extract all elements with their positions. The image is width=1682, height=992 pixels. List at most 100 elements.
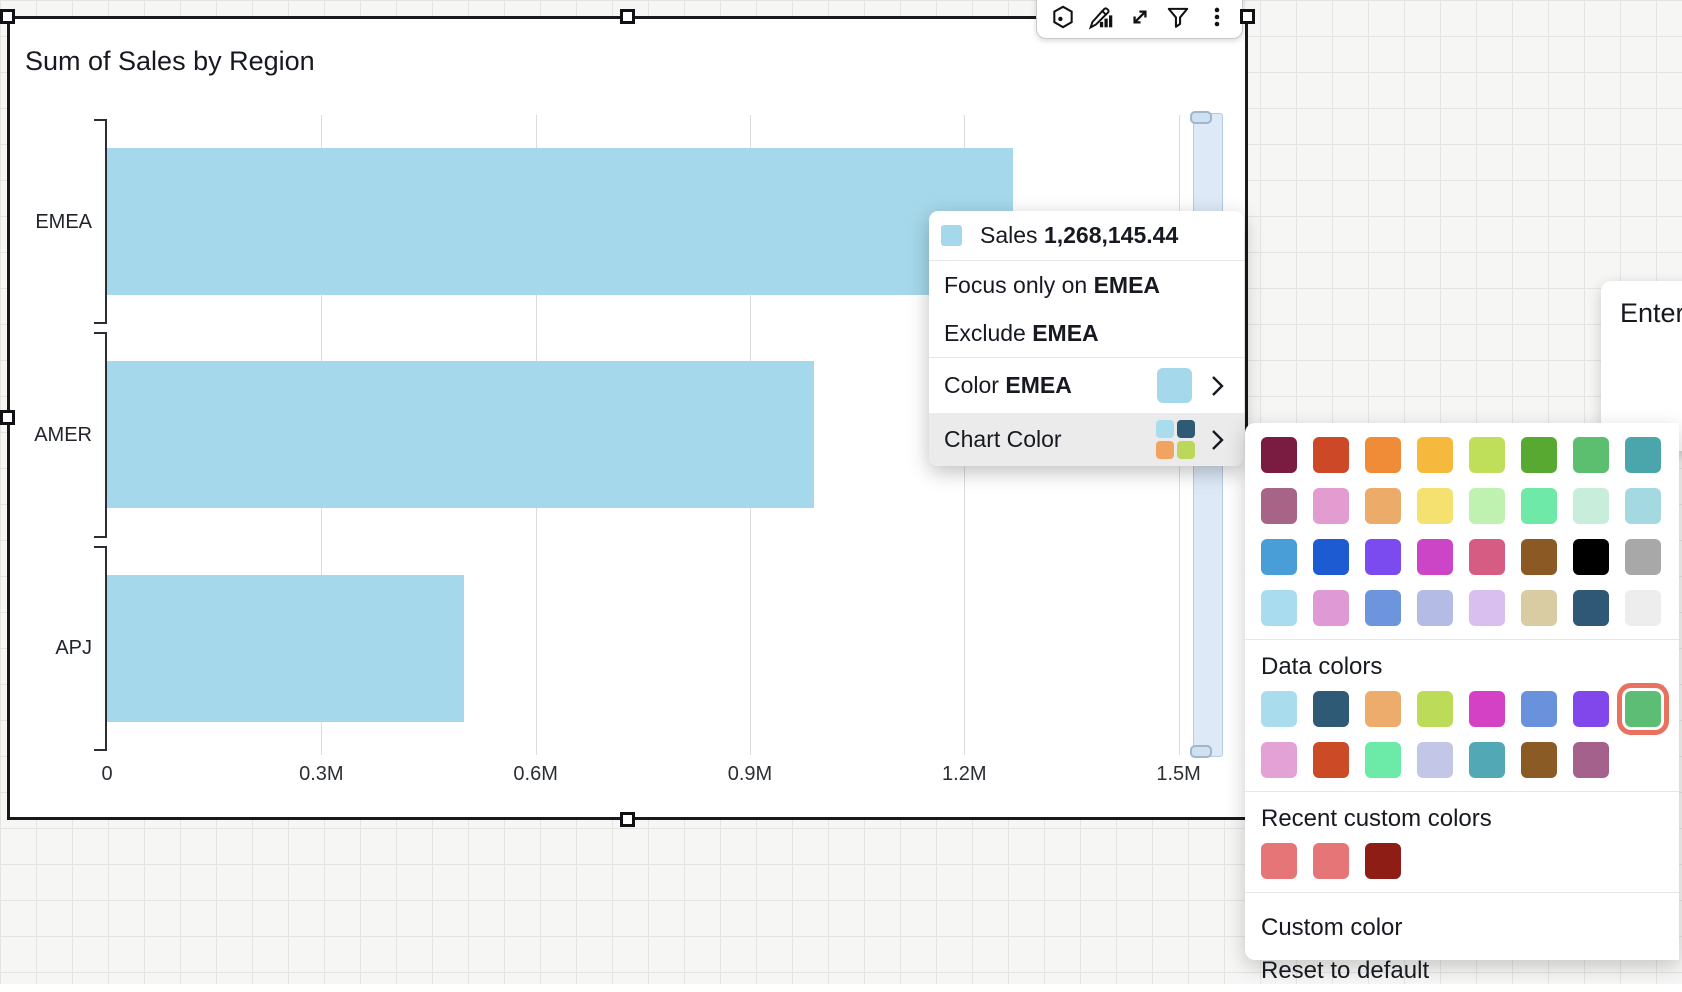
palette-swatch[interactable]: [1313, 539, 1349, 575]
x-tick-label: 0.6M: [513, 763, 557, 786]
y-axis-label: EMEA: [18, 211, 92, 234]
mini-palette-swatch[interactable]: [1177, 420, 1195, 438]
bar-amer[interactable]: [107, 361, 814, 508]
mini-palette-swatch[interactable]: [1156, 420, 1174, 438]
palette-swatch[interactable]: [1573, 488, 1609, 524]
palette-swatch[interactable]: [1573, 437, 1609, 473]
y-axis-bracket: [94, 119, 107, 324]
palette-swatch[interactable]: [1365, 539, 1401, 575]
x-tick-label: 0.9M: [728, 763, 772, 786]
insights-hexagon-icon[interactable]: [1046, 1, 1080, 33]
custom-color-button[interactable]: Custom color: [1245, 906, 1679, 949]
scrollbar-top-handle[interactable]: [1190, 111, 1212, 124]
palette-swatch[interactable]: [1261, 488, 1297, 524]
x-tick-label: 1.2M: [942, 763, 986, 786]
series-color-swatch: [941, 225, 962, 246]
resize-handle-top-center[interactable]: [620, 9, 635, 24]
palette-swatch[interactable]: [1365, 437, 1401, 473]
menu-item-exclude[interactable]: Exclude EMEA: [929, 309, 1244, 357]
data-color-swatch[interactable]: [1625, 691, 1661, 727]
resize-handle-bottom-center[interactable]: [620, 812, 635, 827]
palette-swatch[interactable]: [1365, 488, 1401, 524]
edit-visual-icon[interactable]: [1084, 1, 1118, 33]
palette-swatch[interactable]: [1417, 488, 1453, 524]
palette-swatch[interactable]: [1261, 437, 1297, 473]
data-color-swatch[interactable]: [1365, 691, 1401, 727]
visual-toolbar: [1036, 0, 1243, 39]
x-tick-label: 0: [101, 763, 112, 786]
chevron-right-icon: [1211, 429, 1224, 451]
menu-item-chart-color[interactable]: Chart Color: [929, 413, 1244, 466]
data-color-swatch[interactable]: [1521, 691, 1557, 727]
y-axis-label: APJ: [18, 637, 92, 660]
bar-emea[interactable]: [107, 148, 1013, 295]
data-color-swatch[interactable]: [1365, 742, 1401, 778]
data-color-swatch[interactable]: [1261, 742, 1297, 778]
x-tick-label: 0.3M: [299, 763, 343, 786]
chart-title: Sum of Sales by Region: [25, 46, 315, 77]
picker-divider: [1245, 639, 1679, 640]
data-color-swatch[interactable]: [1417, 691, 1453, 727]
resize-handle-top-right[interactable]: [1240, 9, 1255, 24]
data-color-swatch[interactable]: [1417, 742, 1453, 778]
palette-swatch[interactable]: [1469, 488, 1505, 524]
palette-swatch[interactable]: [1313, 590, 1349, 626]
palette-swatch[interactable]: [1417, 590, 1453, 626]
context-menu: Sales 1,268,145.44 Focus only on EMEA Ex…: [929, 211, 1244, 466]
palette-swatch[interactable]: [1625, 437, 1661, 473]
palette-swatch[interactable]: [1625, 539, 1661, 575]
palette-swatch[interactable]: [1521, 539, 1557, 575]
recent-color-swatch[interactable]: [1365, 843, 1401, 879]
picker-divider: [1245, 791, 1679, 792]
bar-apj[interactable]: [107, 575, 464, 722]
scrollbar-bottom-handle[interactable]: [1190, 745, 1212, 758]
palette-swatch[interactable]: [1521, 488, 1557, 524]
filter-funnel-icon[interactable]: [1161, 1, 1195, 33]
palette-swatch[interactable]: [1625, 488, 1661, 524]
recent-color-swatch[interactable]: [1261, 843, 1297, 879]
y-axis-bracket: [94, 332, 107, 537]
mini-palette-swatch[interactable]: [1156, 441, 1174, 459]
menu-item-focus-only[interactable]: Focus only on EMEA: [929, 261, 1244, 309]
more-menu-icon[interactable]: [1200, 1, 1234, 33]
palette-swatch[interactable]: [1469, 539, 1505, 575]
palette-swatch[interactable]: [1313, 488, 1349, 524]
data-color-swatch[interactable]: [1313, 742, 1349, 778]
data-color-swatch[interactable]: [1573, 742, 1609, 778]
data-color-swatch[interactable]: [1521, 742, 1557, 778]
palette-swatch[interactable]: [1365, 590, 1401, 626]
data-color-swatch[interactable]: [1469, 742, 1505, 778]
palette-swatch[interactable]: [1261, 590, 1297, 626]
menu-item-color-emea[interactable]: Color EMEA: [929, 358, 1244, 413]
palette-swatch[interactable]: [1573, 590, 1609, 626]
picker-divider: [1245, 892, 1679, 893]
recent-custom-colors: [1261, 843, 1663, 879]
tooltip-row: Sales 1,268,145.44: [929, 211, 1244, 260]
resize-handle-top-left[interactable]: [0, 9, 15, 24]
sales-value: 1,268,145.44: [1044, 222, 1178, 248]
reset-to-default-button[interactable]: Reset to default: [1245, 949, 1679, 992]
mini-palette-swatch[interactable]: [1177, 441, 1195, 459]
y-axis-label: AMER: [18, 424, 92, 447]
palette-swatch[interactable]: [1521, 437, 1557, 473]
current-color-swatch: [1157, 368, 1192, 403]
maximize-icon[interactable]: [1123, 1, 1157, 33]
palette-swatch[interactable]: [1625, 590, 1661, 626]
palette-swatch[interactable]: [1521, 590, 1557, 626]
palette-swatch[interactable]: [1313, 437, 1349, 473]
resize-handle-left-middle[interactable]: [0, 410, 15, 425]
data-color-swatch[interactable]: [1261, 691, 1297, 727]
palette-swatch[interactable]: [1417, 437, 1453, 473]
recent-color-swatch[interactable]: [1313, 843, 1349, 879]
palette-swatch[interactable]: [1417, 539, 1453, 575]
palette-swatch[interactable]: [1573, 539, 1609, 575]
side-card-text: Enter: [1620, 298, 1682, 328]
palette-swatch[interactable]: [1261, 539, 1297, 575]
chart-color-mini-palette: [1156, 420, 1195, 459]
x-tick-label: 1.5M: [1156, 763, 1200, 786]
data-color-swatch[interactable]: [1573, 691, 1609, 727]
palette-swatch[interactable]: [1469, 590, 1505, 626]
palette-swatch[interactable]: [1469, 437, 1505, 473]
data-color-swatch[interactable]: [1469, 691, 1505, 727]
data-color-swatch[interactable]: [1313, 691, 1349, 727]
